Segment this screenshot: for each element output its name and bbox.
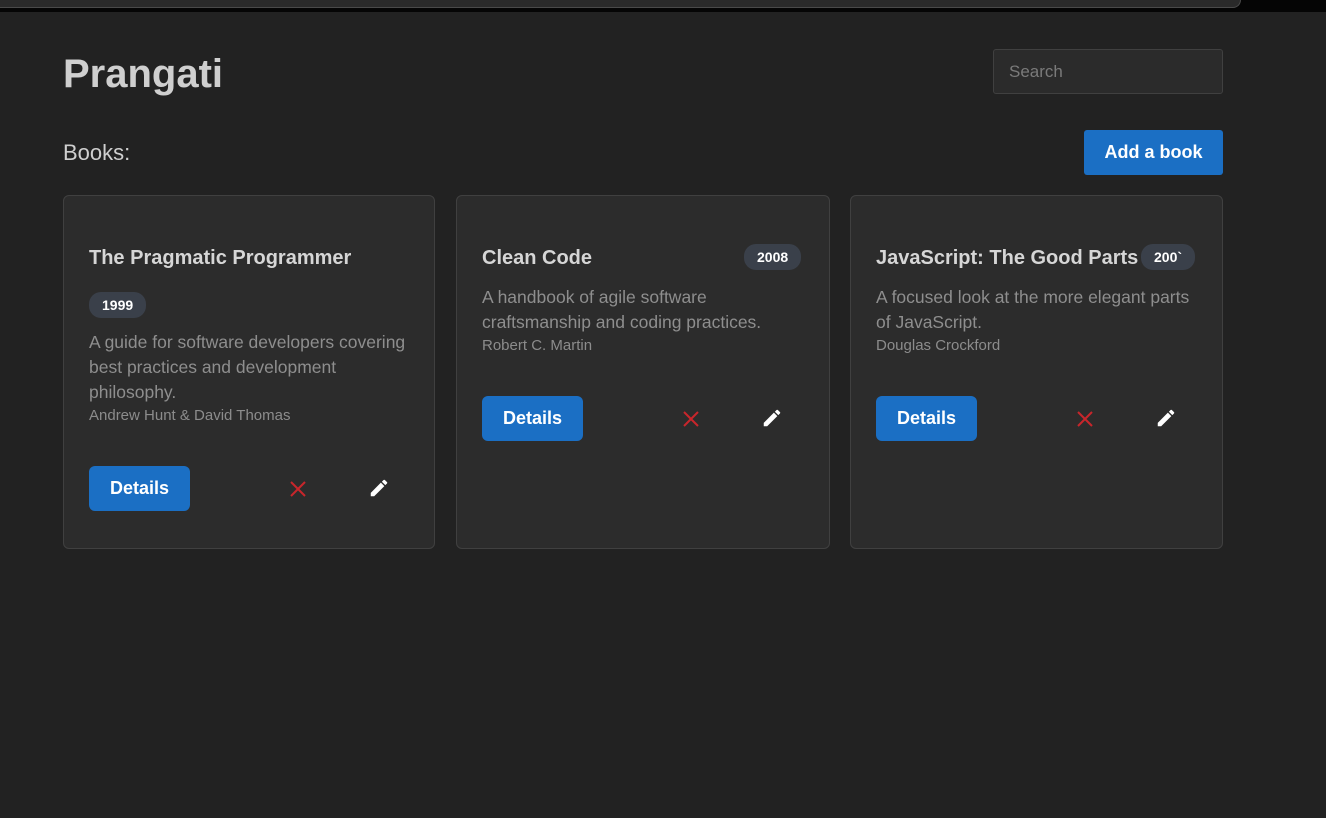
- add-book-button[interactable]: Add a book: [1084, 130, 1223, 175]
- book-card: Clean Code 2008 A handbook of agile soft…: [456, 195, 830, 549]
- details-button[interactable]: Details: [876, 396, 977, 441]
- book-author: Andrew Hunt & David Thomas: [89, 407, 291, 424]
- book-description: A handbook of agile software craftsmansh…: [482, 287, 762, 332]
- book-title: JavaScript: The Good Parts: [876, 247, 1139, 269]
- book-title: The Pragmatic Programmer: [89, 247, 352, 269]
- details-button[interactable]: Details: [89, 466, 190, 511]
- browser-top-bar: [0, 0, 1326, 12]
- book-author: Robert C. Martin: [482, 337, 593, 354]
- year-badge: 2008: [744, 244, 802, 270]
- close-icon[interactable]: [1076, 410, 1094, 428]
- book-title: Clean Code: [482, 247, 593, 269]
- book-author: Douglas Crockford: [876, 337, 1001, 354]
- pencil-icon[interactable]: [761, 407, 783, 429]
- search-input[interactable]: [993, 49, 1223, 94]
- year-badge: 200`: [1141, 244, 1196, 270]
- pencil-icon[interactable]: [1155, 407, 1177, 429]
- book-card: The Pragmatic Programmer 1999 A guide fo…: [63, 195, 435, 549]
- year-badge: 1999: [89, 292, 147, 318]
- pencil-icon[interactable]: [368, 477, 390, 499]
- close-icon[interactable]: [289, 480, 307, 498]
- details-button[interactable]: Details: [482, 396, 583, 441]
- browser-address-bar: [0, 0, 1241, 8]
- book-card: JavaScript: The Good Parts 200` A focuse…: [850, 195, 1223, 549]
- book-description: A focused look at the more elegant parts…: [876, 287, 1190, 332]
- books-section-label: Books:: [63, 140, 131, 165]
- book-description: A guide for software developers covering…: [89, 332, 406, 402]
- page-title: Prangati: [63, 52, 224, 96]
- close-icon[interactable]: [682, 410, 700, 428]
